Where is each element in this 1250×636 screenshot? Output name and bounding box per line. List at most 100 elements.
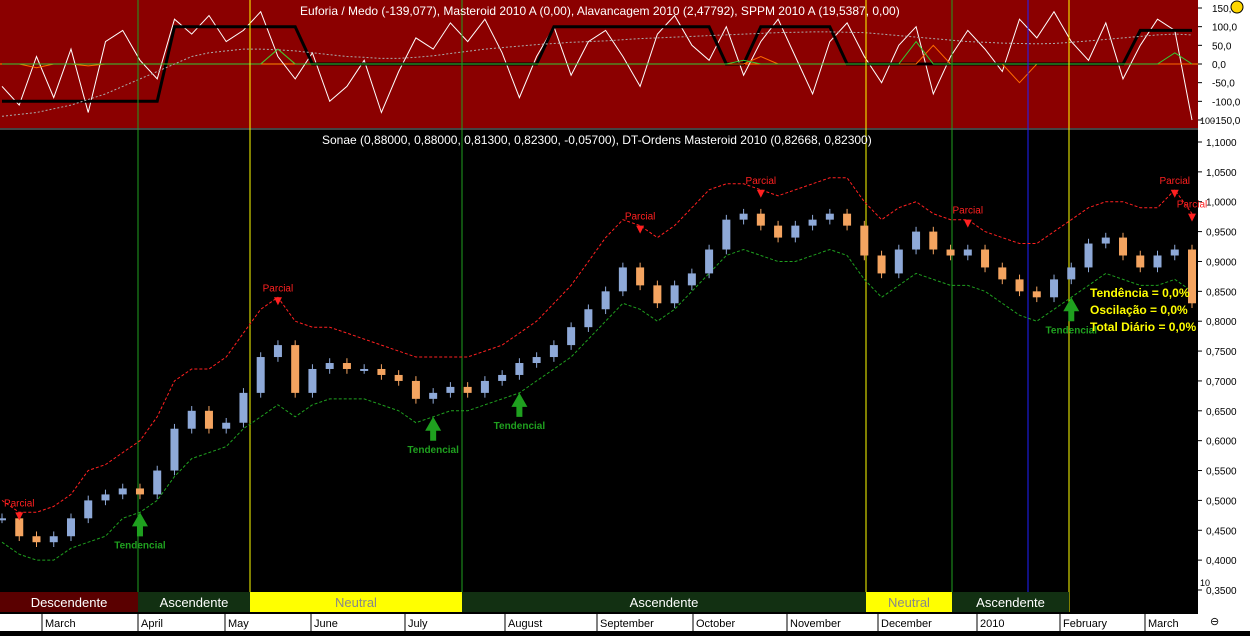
price-tick-label: 0,8000: [1206, 317, 1237, 328]
chart-canvas: 150,0100,050,00,0-50,0-100,0-150,01001,1…: [0, 0, 1250, 631]
price-tick-label: 0,6000: [1206, 437, 1237, 448]
annotation-parcial: Parcial: [1177, 200, 1208, 211]
chart-window: 150,0 100,0 50,0 0,0 -50,0 -100,0 -150,0 100 1,1…: [0, 0, 1250, 631]
upper-band-line: [1, 177, 1193, 513]
indicator-tick-label: 50,0: [1212, 41, 1232, 52]
candle-body: [153, 470, 162, 495]
candle-body: [222, 422, 231, 429]
candle-body: [101, 494, 110, 501]
candle-body: [15, 518, 24, 537]
x-tick-label: March: [45, 618, 76, 630]
candle-body: [912, 231, 921, 250]
candle-body: [49, 536, 58, 543]
candle-body: [256, 357, 265, 393]
candle-body: [705, 249, 714, 274]
candle-body: [929, 231, 938, 250]
candle-body: [877, 255, 886, 274]
candle-body: [843, 213, 852, 226]
x-tick-label: April: [141, 618, 163, 630]
zoom-icon[interactable]: ⊖: [1210, 615, 1219, 628]
x-tick-label: October: [696, 618, 735, 630]
annotation-tendencial: Tendencial: [114, 540, 166, 551]
candle-body: [1050, 279, 1059, 298]
regime-label: Descendente: [31, 595, 108, 610]
price-tick-label: 0,4500: [1206, 526, 1237, 537]
candle-body: [342, 363, 351, 369]
x-tick-label: 2010: [980, 618, 1004, 630]
candle-body: [118, 488, 127, 495]
candle-body: [1067, 267, 1076, 280]
regime-label: Ascendente: [160, 595, 229, 610]
close-circle-icon[interactable]: [1230, 0, 1244, 14]
price-tick-label: 1,1000: [1206, 138, 1237, 149]
candle-body: [756, 213, 765, 226]
indicator-tick-label: -100,0: [1212, 97, 1241, 108]
candle-body: [135, 488, 144, 495]
indicator-tick-label: -150,0: [1212, 116, 1241, 127]
stats-panel: Tendência = 0,0% Oscilação = 0,0% Total …: [1090, 285, 1196, 336]
candle-body: [774, 225, 783, 238]
candle-body: [411, 380, 420, 399]
price-tick-label: 0,5000: [1206, 496, 1237, 507]
annotation-parcial: Parcial: [4, 498, 35, 509]
candle-body: [722, 219, 731, 250]
x-tick-label: September: [600, 618, 654, 630]
buy-arrow-icon: [425, 416, 442, 441]
price-tick-label: 0,8500: [1206, 287, 1237, 298]
candle-body: [1084, 243, 1093, 268]
candle-body: [429, 392, 438, 399]
candle-body: [1119, 237, 1128, 256]
candle-body: [946, 249, 955, 256]
stat-total-diario: Total Diário = 0,0%: [1090, 320, 1197, 334]
candle-body: [394, 374, 403, 381]
candle-body: [549, 345, 558, 358]
regime-label: Ascendente: [976, 595, 1045, 610]
indicator-tick-label: -50,0: [1212, 79, 1235, 90]
candle-body: [584, 309, 593, 328]
candle-body: [170, 428, 179, 471]
candle-body: [0, 518, 6, 521]
candle-body: [1170, 249, 1179, 256]
annotation-parcial: Parcial: [953, 206, 984, 217]
annotation-tendencial: Tendencial: [407, 445, 459, 456]
buy-arrow-icon: [1063, 297, 1080, 322]
price-tick-label: 1,0000: [1206, 198, 1237, 209]
candle-body: [653, 285, 662, 304]
price-tick-label: 0,9000: [1206, 257, 1237, 268]
candle-body: [567, 327, 576, 346]
indicator-tick-label: 0,0: [1212, 60, 1226, 71]
candle-body: [670, 285, 679, 304]
candle-body: [239, 392, 248, 423]
stat-oscilacao: Oscilação = 0,0%: [1090, 303, 1188, 317]
candle-body: [998, 267, 1007, 280]
main-title: Sonae (0,88000, 0,88000, 0,81300, 0,8230…: [322, 133, 872, 147]
candle-body: [308, 368, 317, 393]
annotation-parcial: Parcial: [746, 176, 777, 187]
candle-body: [515, 363, 524, 375]
stat-tendencia: Tendência = 0,0%: [1090, 286, 1190, 300]
candle-body: [480, 380, 489, 393]
buy-arrow-icon: [511, 392, 528, 417]
indicator-tick-label: 100,0: [1212, 23, 1237, 34]
candle-body: [1101, 237, 1110, 244]
candle-body: [860, 225, 869, 256]
candle-body: [636, 267, 645, 286]
price-extra-tick: 10: [1200, 578, 1210, 588]
candle-body: [84, 500, 93, 519]
candle-body: [498, 374, 507, 381]
candle-body: [204, 410, 213, 429]
regime-label: Neutral: [335, 595, 377, 610]
lower-band-line: [1, 248, 1193, 561]
x-tick-label: July: [408, 618, 428, 630]
price-tick-label: 0,5500: [1206, 467, 1237, 478]
candle-body: [187, 410, 196, 429]
price-tick-label: 0,3500: [1206, 586, 1237, 597]
candle-body: [981, 249, 990, 268]
indicator-title: Euforia / Medo (-139,077), Masteroid 201…: [300, 4, 900, 18]
candle-body: [687, 273, 696, 286]
candle-body: [739, 213, 748, 220]
candle-body: [1015, 279, 1024, 292]
candle-body: [618, 267, 627, 292]
indicator-extra-tick: 100: [1200, 116, 1215, 126]
candle-body: [808, 219, 817, 226]
